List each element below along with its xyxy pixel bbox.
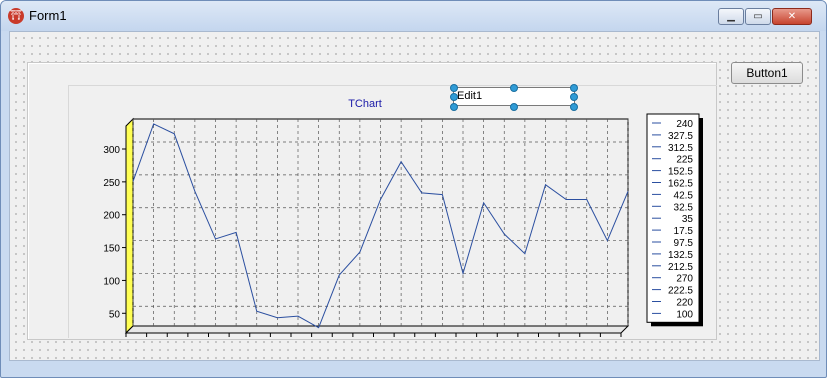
selection-handle[interactable] bbox=[570, 103, 578, 111]
chart-panel: 5010015020025030001234567891011121314151… bbox=[27, 62, 717, 340]
chart-left-wall bbox=[125, 117, 134, 335]
legend-item: 225 bbox=[676, 155, 693, 166]
selection-handle[interactable] bbox=[450, 84, 458, 92]
legend-item: 42.5 bbox=[674, 190, 694, 201]
title-bar[interactable]: ⛩ Form1 ▁ ▭ ✕ bbox=[1, 1, 826, 31]
legend-item: 212.5 bbox=[668, 262, 693, 273]
y-tick-label: 100 bbox=[103, 276, 120, 287]
y-tick-label: 50 bbox=[109, 309, 121, 320]
selection-handle[interactable] bbox=[570, 84, 578, 92]
legend-item: 312.5 bbox=[668, 143, 693, 154]
y-tick-label: 200 bbox=[103, 211, 120, 222]
legend-item: 162.5 bbox=[668, 179, 693, 190]
legend-item: 270 bbox=[676, 274, 693, 285]
legend-item: 17.5 bbox=[674, 226, 694, 237]
app-icon[interactable]: ⛩ bbox=[8, 8, 24, 24]
button1[interactable]: Button1 bbox=[731, 62, 803, 84]
tchart[interactable]: 5010015020025030001234567891011121314151… bbox=[28, 63, 716, 339]
legend-item: 327.5 bbox=[668, 131, 693, 142]
legend-item: 222.5 bbox=[668, 286, 693, 297]
legend-item: 152.5 bbox=[668, 167, 693, 178]
selection-handle[interactable] bbox=[510, 84, 518, 92]
selection-handle[interactable] bbox=[450, 103, 458, 111]
chart-floor bbox=[124, 325, 630, 334]
y-tick-label: 150 bbox=[103, 244, 120, 255]
selection-handle[interactable] bbox=[510, 103, 518, 111]
maximize-button[interactable]: ▭ bbox=[745, 8, 771, 25]
close-button[interactable]: ✕ bbox=[772, 8, 812, 25]
window-title: Form1 bbox=[29, 8, 67, 23]
y-tick-label: 250 bbox=[103, 178, 120, 189]
selection-handle[interactable] bbox=[450, 93, 458, 101]
main-window: ⛩ Form1 ▁ ▭ ✕ Button1 501001502002503000… bbox=[0, 0, 827, 378]
legend-item: 32.5 bbox=[674, 202, 694, 213]
selection-handle[interactable] bbox=[570, 93, 578, 101]
minimize-button[interactable]: ▁ bbox=[718, 8, 744, 25]
legend-item: 220 bbox=[676, 298, 693, 309]
legend-item: 97.5 bbox=[674, 238, 694, 249]
legend-item: 100 bbox=[676, 309, 693, 320]
form-client-area: Button1 50100150200250300012345678910111… bbox=[9, 31, 820, 361]
chart-title: TChart bbox=[348, 98, 382, 110]
legend-item: 35 bbox=[682, 214, 694, 225]
legend-item: 240 bbox=[676, 119, 693, 130]
legend-item: 132.5 bbox=[668, 250, 693, 261]
y-tick-label: 300 bbox=[103, 145, 120, 156]
